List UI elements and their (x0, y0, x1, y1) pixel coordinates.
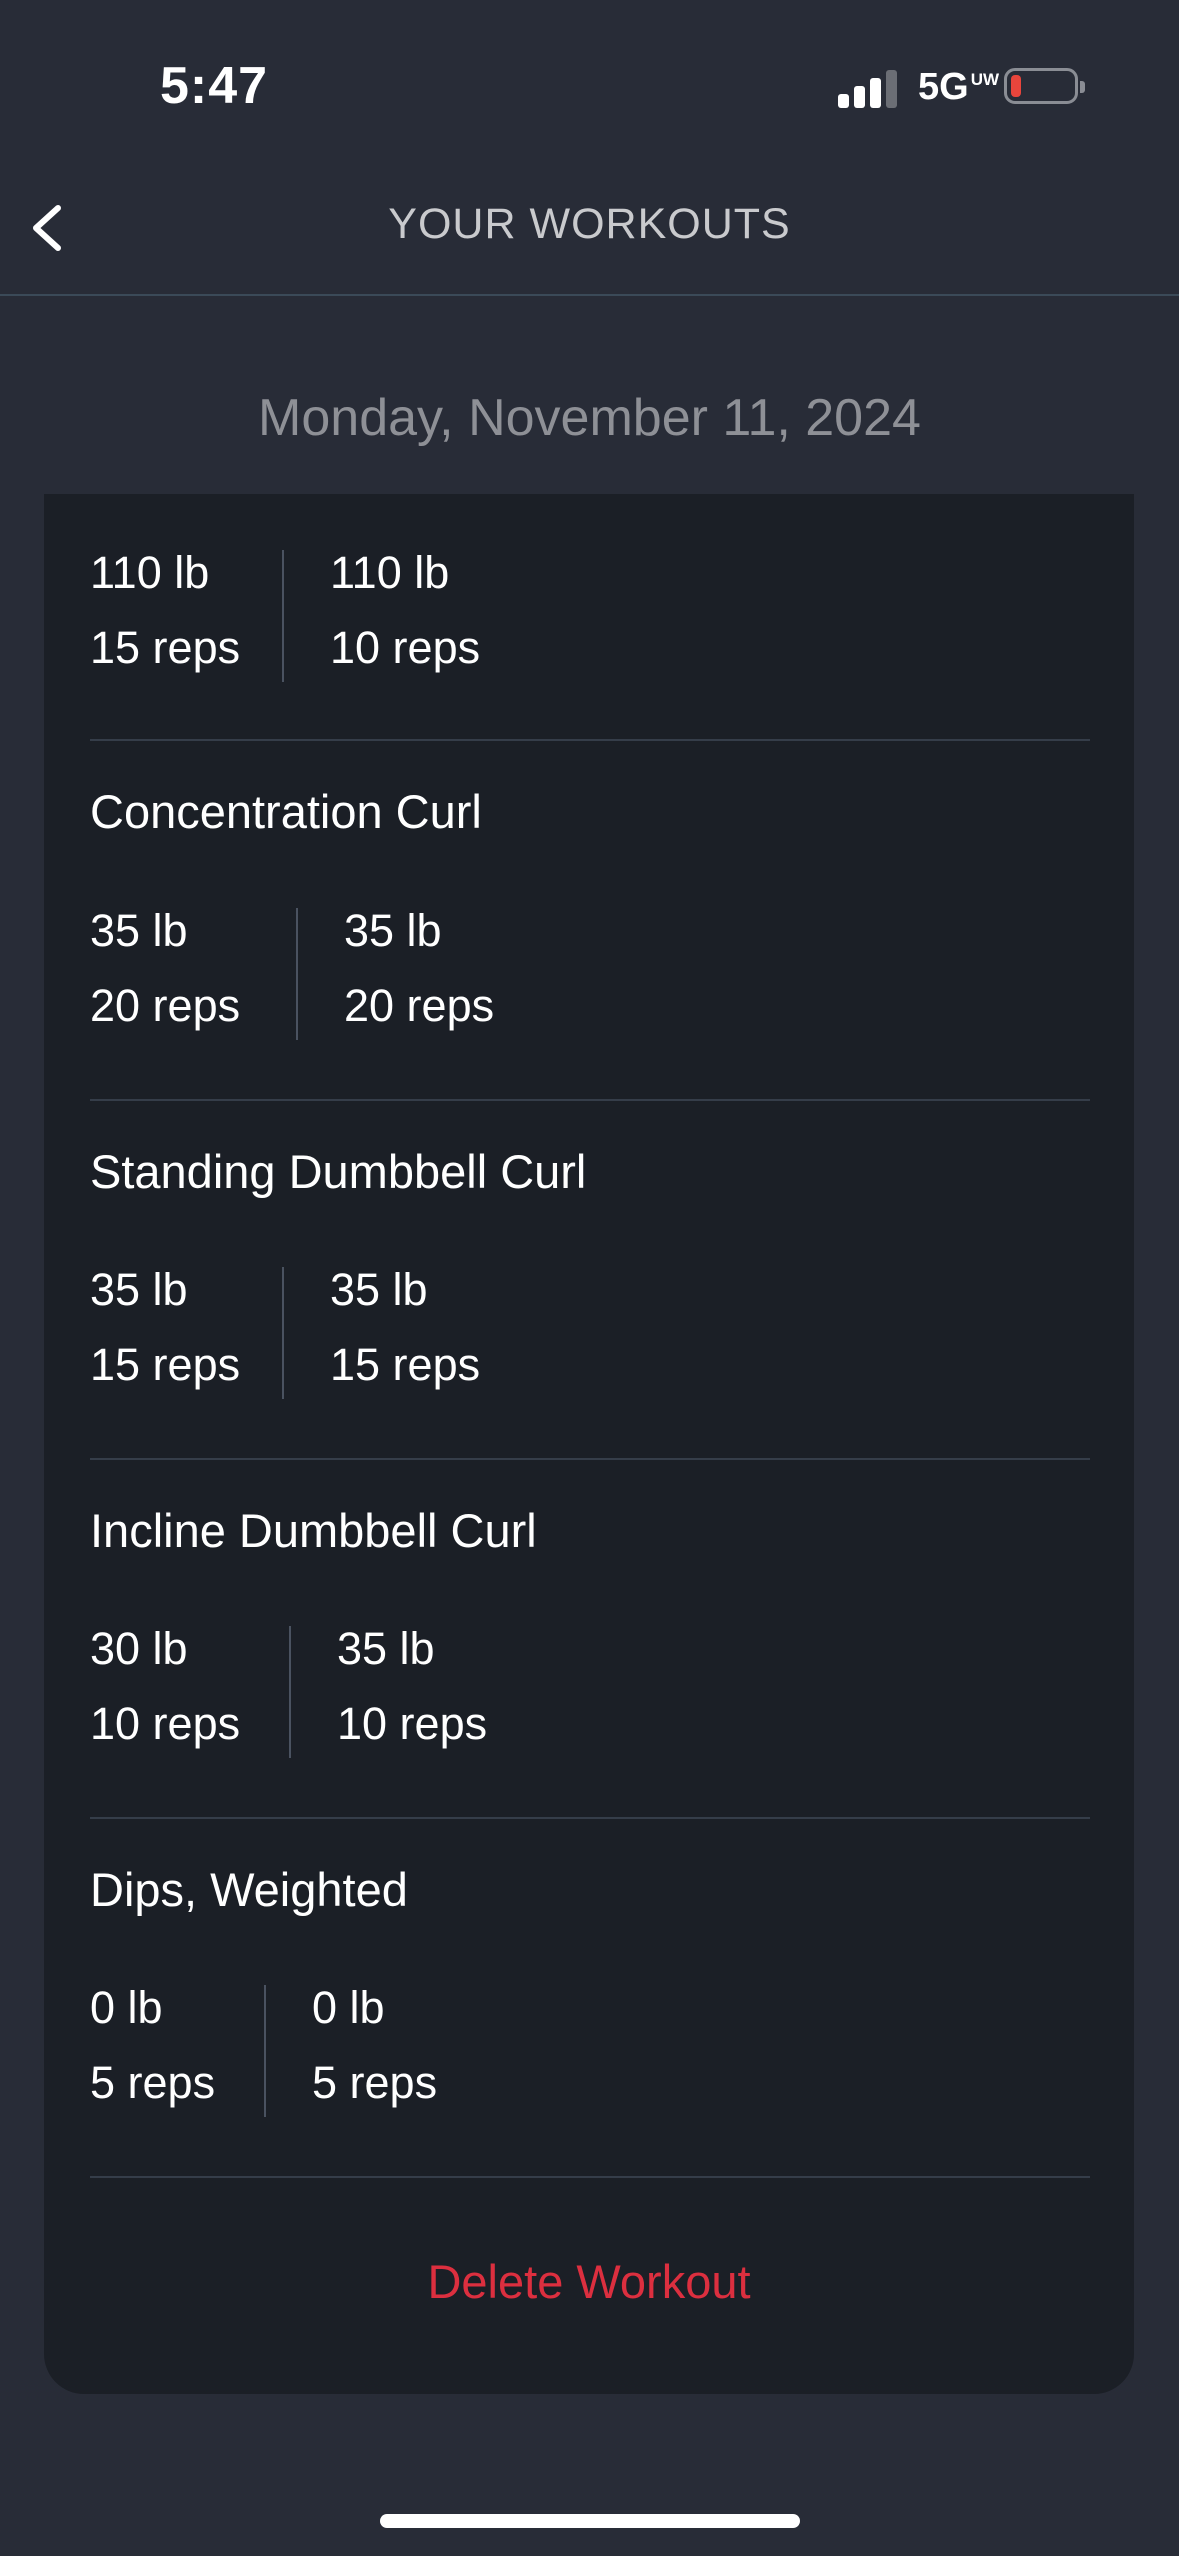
set-1: 30 lb 10 reps (90, 1623, 241, 1749)
battery-level (1011, 75, 1021, 97)
set-1: 0 lb 5 reps (90, 1982, 216, 2108)
exercise-title: Incline Dumbbell Curl (90, 1504, 537, 1557)
set-divider (282, 550, 284, 682)
set-divider (282, 1267, 284, 1399)
exercise-title: Dips, Weighted (90, 1863, 408, 1916)
exercise-divider (90, 1099, 1090, 1101)
set-2: 0 lb 5 reps (312, 1982, 438, 2108)
set-2: 110 lb 10 reps (330, 547, 481, 673)
set-2: 35 lb 15 reps (330, 1264, 481, 1390)
set-divider (264, 1985, 266, 2117)
set-1: 35 lb 15 reps (90, 1264, 241, 1390)
set-2: 35 lb 20 reps (344, 905, 495, 1031)
set-2: 35 lb 10 reps (337, 1623, 488, 1749)
set-divider (289, 1626, 291, 1758)
battery-icon (1004, 68, 1085, 104)
exercise-divider (90, 1458, 1090, 1460)
page-title: YOUR WORKOUTS (388, 200, 791, 248)
cellular-signal-icon (838, 68, 900, 108)
exercise-divider (90, 1817, 1090, 1819)
delete-workout-button[interactable]: Delete Workout (44, 2254, 1134, 2309)
nav-bar: YOUR WORKOUTS (0, 160, 1179, 296)
exercise-title: Standing Dumbbell Curl (90, 1145, 587, 1198)
set-1: 110 lb 15 reps (90, 547, 241, 673)
home-indicator[interactable] (380, 2514, 800, 2528)
workout-card: 110 lb 15 reps 110 lb 10 reps Concentrat… (44, 494, 1134, 2394)
set-1: 35 lb 20 reps (90, 905, 241, 1031)
set-divider (296, 908, 298, 1040)
status-time: 5:47 (160, 57, 269, 115)
exercise-title: Concentration Curl (90, 785, 482, 838)
status-bar: 5:47 5G UW (0, 0, 1179, 150)
network-indicator: 5G UW (918, 66, 1000, 108)
workout-date: Monday, November 11, 2024 (258, 389, 921, 447)
exercise-divider (90, 739, 1090, 741)
exercise-divider (90, 2176, 1090, 2178)
